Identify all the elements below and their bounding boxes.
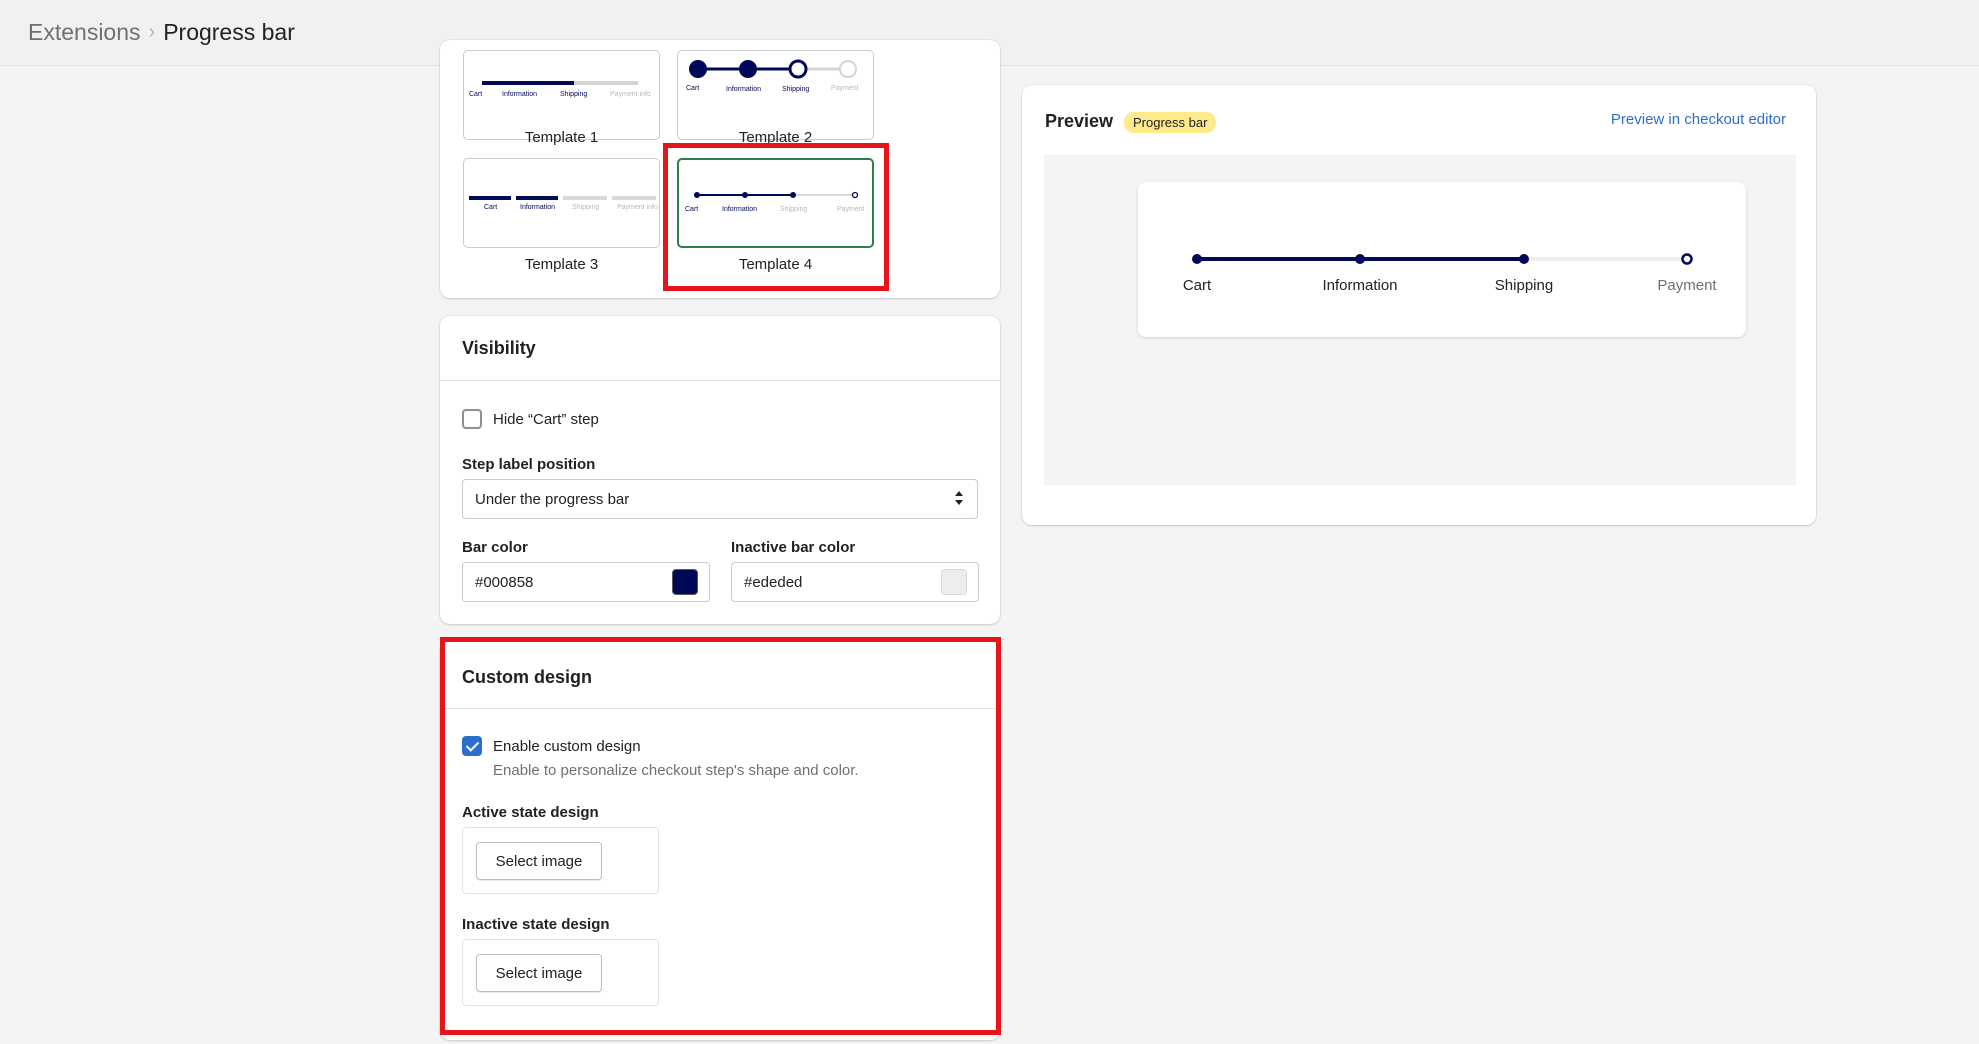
enable-custom-design-label: Enable custom design xyxy=(493,738,641,755)
template-4-step-label: Cart xyxy=(685,206,699,213)
active-state-image-box: Select image xyxy=(462,827,659,894)
breadcrumb-extensions-link[interactable]: Extensions xyxy=(28,19,141,46)
template-2-thumbnail[interactable]: Cart Information Shipping Payment xyxy=(677,50,874,140)
step-label-cart: Cart xyxy=(1182,277,1212,294)
preview-area: Cart Information Shipping Payment xyxy=(1044,155,1796,485)
visibility-card: Visibility Hide “Cart” step Step label p… xyxy=(440,316,1000,624)
visibility-title: Visibility xyxy=(462,338,536,358)
active-select-image-button[interactable]: Select image xyxy=(476,842,602,880)
step-marker xyxy=(1681,253,1693,265)
template-4-label: Template 4 xyxy=(738,256,813,273)
breadcrumb-separator-icon: › xyxy=(148,21,156,43)
inactive-select-image-button[interactable]: Select image xyxy=(476,954,602,992)
step-marker xyxy=(1519,254,1529,264)
step-label-payment: Payment xyxy=(1657,277,1717,294)
template-4-thumbnail[interactable]: Cart Information Shipping Payment xyxy=(677,158,874,248)
inactive-bar-color-swatch[interactable] xyxy=(941,569,967,595)
divider xyxy=(440,708,1000,709)
template-1-step-label: Payment info xyxy=(610,91,651,98)
template-1-label: Template 1 xyxy=(524,129,599,146)
custom-design-card: Custom design Enable custom design Enabl… xyxy=(440,640,1000,1040)
step-marker xyxy=(1355,254,1365,264)
template-4-step-label: Information xyxy=(722,206,758,213)
template-1-thumbnail[interactable]: Cart Information Shipping Payment info xyxy=(463,50,660,140)
step-label-information: Information xyxy=(1322,277,1398,294)
hide-cart-label: Hide “Cart” step xyxy=(493,411,599,428)
step-marker xyxy=(1192,254,1202,264)
template-3-step-label: Shipping xyxy=(572,204,600,211)
bar-color-label: Bar color xyxy=(462,539,528,556)
template-1-step-label: Shipping xyxy=(560,91,588,98)
template-2-step-label: Payment xyxy=(831,85,859,92)
custom-design-title: Custom design xyxy=(462,667,593,687)
step-label-position-value: Under the progress bar xyxy=(475,490,630,508)
inactive-bar-color-value: #ededed xyxy=(744,573,803,591)
preview-in-checkout-editor-link[interactable]: Preview in checkout editor xyxy=(1611,111,1786,128)
template-2-preview-graphic xyxy=(689,59,857,79)
template-3-thumbnail[interactable]: Cart Information Shipping Payment info xyxy=(463,158,660,248)
bar-color-input[interactable]: #000858 xyxy=(462,562,710,602)
template-4-preview-graphic xyxy=(694,191,859,199)
template-1-step-label: Information xyxy=(502,91,538,98)
template-4-step-label: Payment xyxy=(837,206,865,213)
preview-badge: Progress bar xyxy=(1124,112,1217,133)
template-2-step-label: Cart xyxy=(686,85,700,92)
template-2-step-label: Shipping xyxy=(782,86,810,93)
inactive-bar-color-input[interactable]: #ededed xyxy=(731,562,979,602)
enable-custom-design-checkbox[interactable] xyxy=(462,736,482,756)
template-3-step-label: Information xyxy=(520,204,556,211)
template-3-label: Template 3 xyxy=(524,256,599,273)
step-label-position-label: Step label position xyxy=(462,456,596,473)
preview-card: Preview Progress bar Preview in checkout… xyxy=(1022,85,1816,525)
progress-bar-preview: Cart Information Shipping Payment xyxy=(1138,182,1746,337)
template-3-step-label: Cart xyxy=(484,204,498,211)
templates-card: Cart Information Shipping Payment info T… xyxy=(440,40,1000,298)
enable-custom-design-help: Enable to personalize checkout step's sh… xyxy=(493,762,859,779)
inactive-bar-color-label: Inactive bar color xyxy=(731,539,856,556)
preview-title: Preview xyxy=(1045,111,1114,131)
progress-bar-graphic xyxy=(1192,253,1693,265)
inactive-state-design-label: Inactive state design xyxy=(462,916,610,933)
template-4-step-label: Shipping xyxy=(780,206,808,213)
step-label-position-select[interactable]: Under the progress bar xyxy=(462,479,978,519)
inactive-state-image-box: Select image xyxy=(462,939,659,1006)
bar-color-swatch[interactable] xyxy=(672,569,698,595)
template-2-step-label: Information xyxy=(726,86,762,93)
page-title: Progress bar xyxy=(163,19,295,45)
template-3-step-label: Payment info xyxy=(617,204,658,211)
active-state-design-label: Active state design xyxy=(462,804,599,821)
divider xyxy=(440,380,1000,381)
template-1-step-label: Cart xyxy=(469,91,483,98)
step-label-shipping: Shipping xyxy=(1494,277,1554,294)
bar-color-value: #000858 xyxy=(475,573,534,591)
select-arrows-icon xyxy=(955,491,963,505)
template-2-label: Template 2 xyxy=(738,129,813,146)
hide-cart-checkbox[interactable] xyxy=(462,409,482,429)
